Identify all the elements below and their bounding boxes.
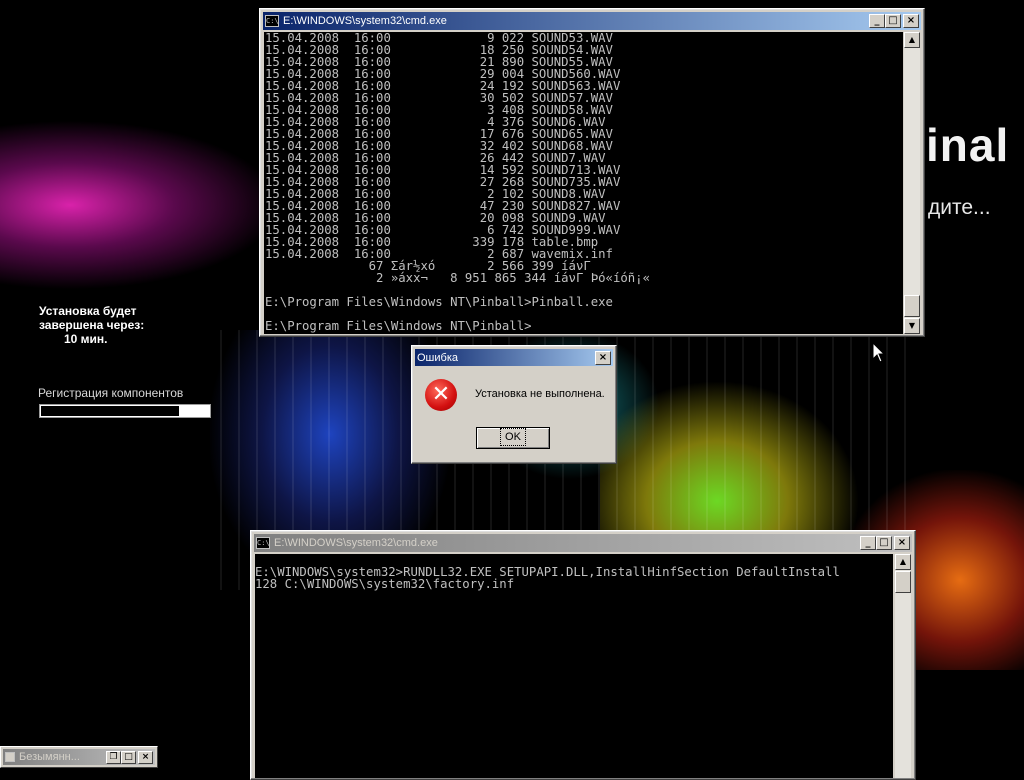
scroll-up-arrow-icon[interactable]: ▲: [904, 32, 920, 48]
setup-status-line1: Установка будет: [39, 304, 137, 318]
cmd-bottom-console-output[interactable]: E:\WINDOWS\system32>RUNDLL32.EXE SETUPAP…: [255, 554, 893, 778]
scroll-thumb[interactable]: [895, 571, 911, 593]
mouse-pointer-icon: [872, 342, 886, 363]
close-button[interactable]: ×: [138, 750, 153, 764]
console-line: E:\Program Files\Windows NT\Pinball>Pinb…: [265, 295, 613, 309]
registration-label: Регистрация компонентов: [38, 386, 184, 400]
error-dialog[interactable]: Ошибка × ✕ Установка не выполнена. OK: [411, 345, 617, 464]
restore-button[interactable]: ❐: [106, 750, 121, 764]
error-icon: ✕: [425, 379, 457, 411]
ok-button[interactable]: OK: [476, 427, 550, 449]
cmd-top-console-output[interactable]: 15.04.2008 16:00 9 022 SOUND53.WAV 15.04.…: [264, 32, 903, 334]
window-icon: [5, 752, 15, 762]
cmd-bottom-titlebar[interactable]: C:\ E:\WINDOWS\system32\cmd.exe _ □ ×: [254, 534, 912, 552]
console-icon: C:\: [265, 15, 279, 27]
error-message: Установка не выполнена.: [475, 388, 605, 400]
cmd-window-bottom[interactable]: C:\ E:\WINDOWS\system32\cmd.exe _ □ × E:…: [250, 530, 916, 780]
error-dialog-title: Ошибка: [417, 351, 458, 364]
registration-progress-fill: [41, 406, 179, 416]
minimized-window-title: Безымянн...: [19, 751, 80, 763]
minimized-window-titlebar[interactable]: Безымянн... ❐ □ ×: [3, 749, 155, 765]
cmd-bottom-title: E:\WINDOWS\system32\cmd.exe: [274, 537, 438, 549]
minimize-button[interactable]: _: [869, 14, 885, 28]
maximize-button[interactable]: □: [121, 750, 136, 764]
cmd-bottom-scrollbar[interactable]: ▲: [895, 554, 911, 778]
dialog-close-button[interactable]: ×: [595, 350, 611, 365]
wallpaper-glow-pink: [0, 120, 280, 290]
cmd-top-scrollbar[interactable]: ▲ ▼: [904, 32, 920, 334]
cmd-top-title: E:\WINDOWS\system32\cmd.exe: [283, 15, 447, 27]
brand-subtext: дите...: [928, 196, 991, 219]
console-line: 2 »áxx¬ 8 951 865 344 íáνΓ Þó«íóñ¡«: [265, 271, 650, 285]
scroll-thumb[interactable]: [904, 295, 920, 317]
brand-text: inal: [926, 119, 1010, 171]
cmd-window-top[interactable]: C:\ E:\WINDOWS\system32\cmd.exe _ □ × 15…: [259, 8, 925, 337]
maximize-button[interactable]: □: [885, 14, 901, 28]
console-line: 128 C:\WINDOWS\system32\factory.inf: [255, 577, 515, 591]
console-icon: C:\: [256, 537, 270, 549]
ok-button-label: OK: [500, 428, 526, 446]
scroll-up-arrow-icon[interactable]: ▲: [895, 554, 911, 570]
minimize-button[interactable]: _: [860, 536, 876, 550]
scroll-down-arrow-icon[interactable]: ▼: [904, 318, 920, 334]
setup-status-line2: завершена через:: [39, 318, 145, 332]
registration-progress-bar: [39, 404, 211, 418]
cmd-top-titlebar[interactable]: C:\ E:\WINDOWS\system32\cmd.exe _ □ ×: [263, 12, 921, 30]
close-button[interactable]: ×: [894, 536, 910, 550]
setup-time-remaining: 10 мин.: [64, 332, 108, 346]
error-dialog-titlebar[interactable]: Ошибка ×: [415, 349, 613, 366]
console-line: E:\Program Files\Windows NT\Pinball>: [265, 319, 532, 333]
close-button[interactable]: ×: [903, 14, 919, 28]
maximize-button[interactable]: □: [876, 536, 892, 550]
setup-status: Установка будет завершена через: 10 мин.: [39, 304, 144, 346]
minimized-window[interactable]: Безымянн... ❐ □ ×: [0, 746, 158, 768]
